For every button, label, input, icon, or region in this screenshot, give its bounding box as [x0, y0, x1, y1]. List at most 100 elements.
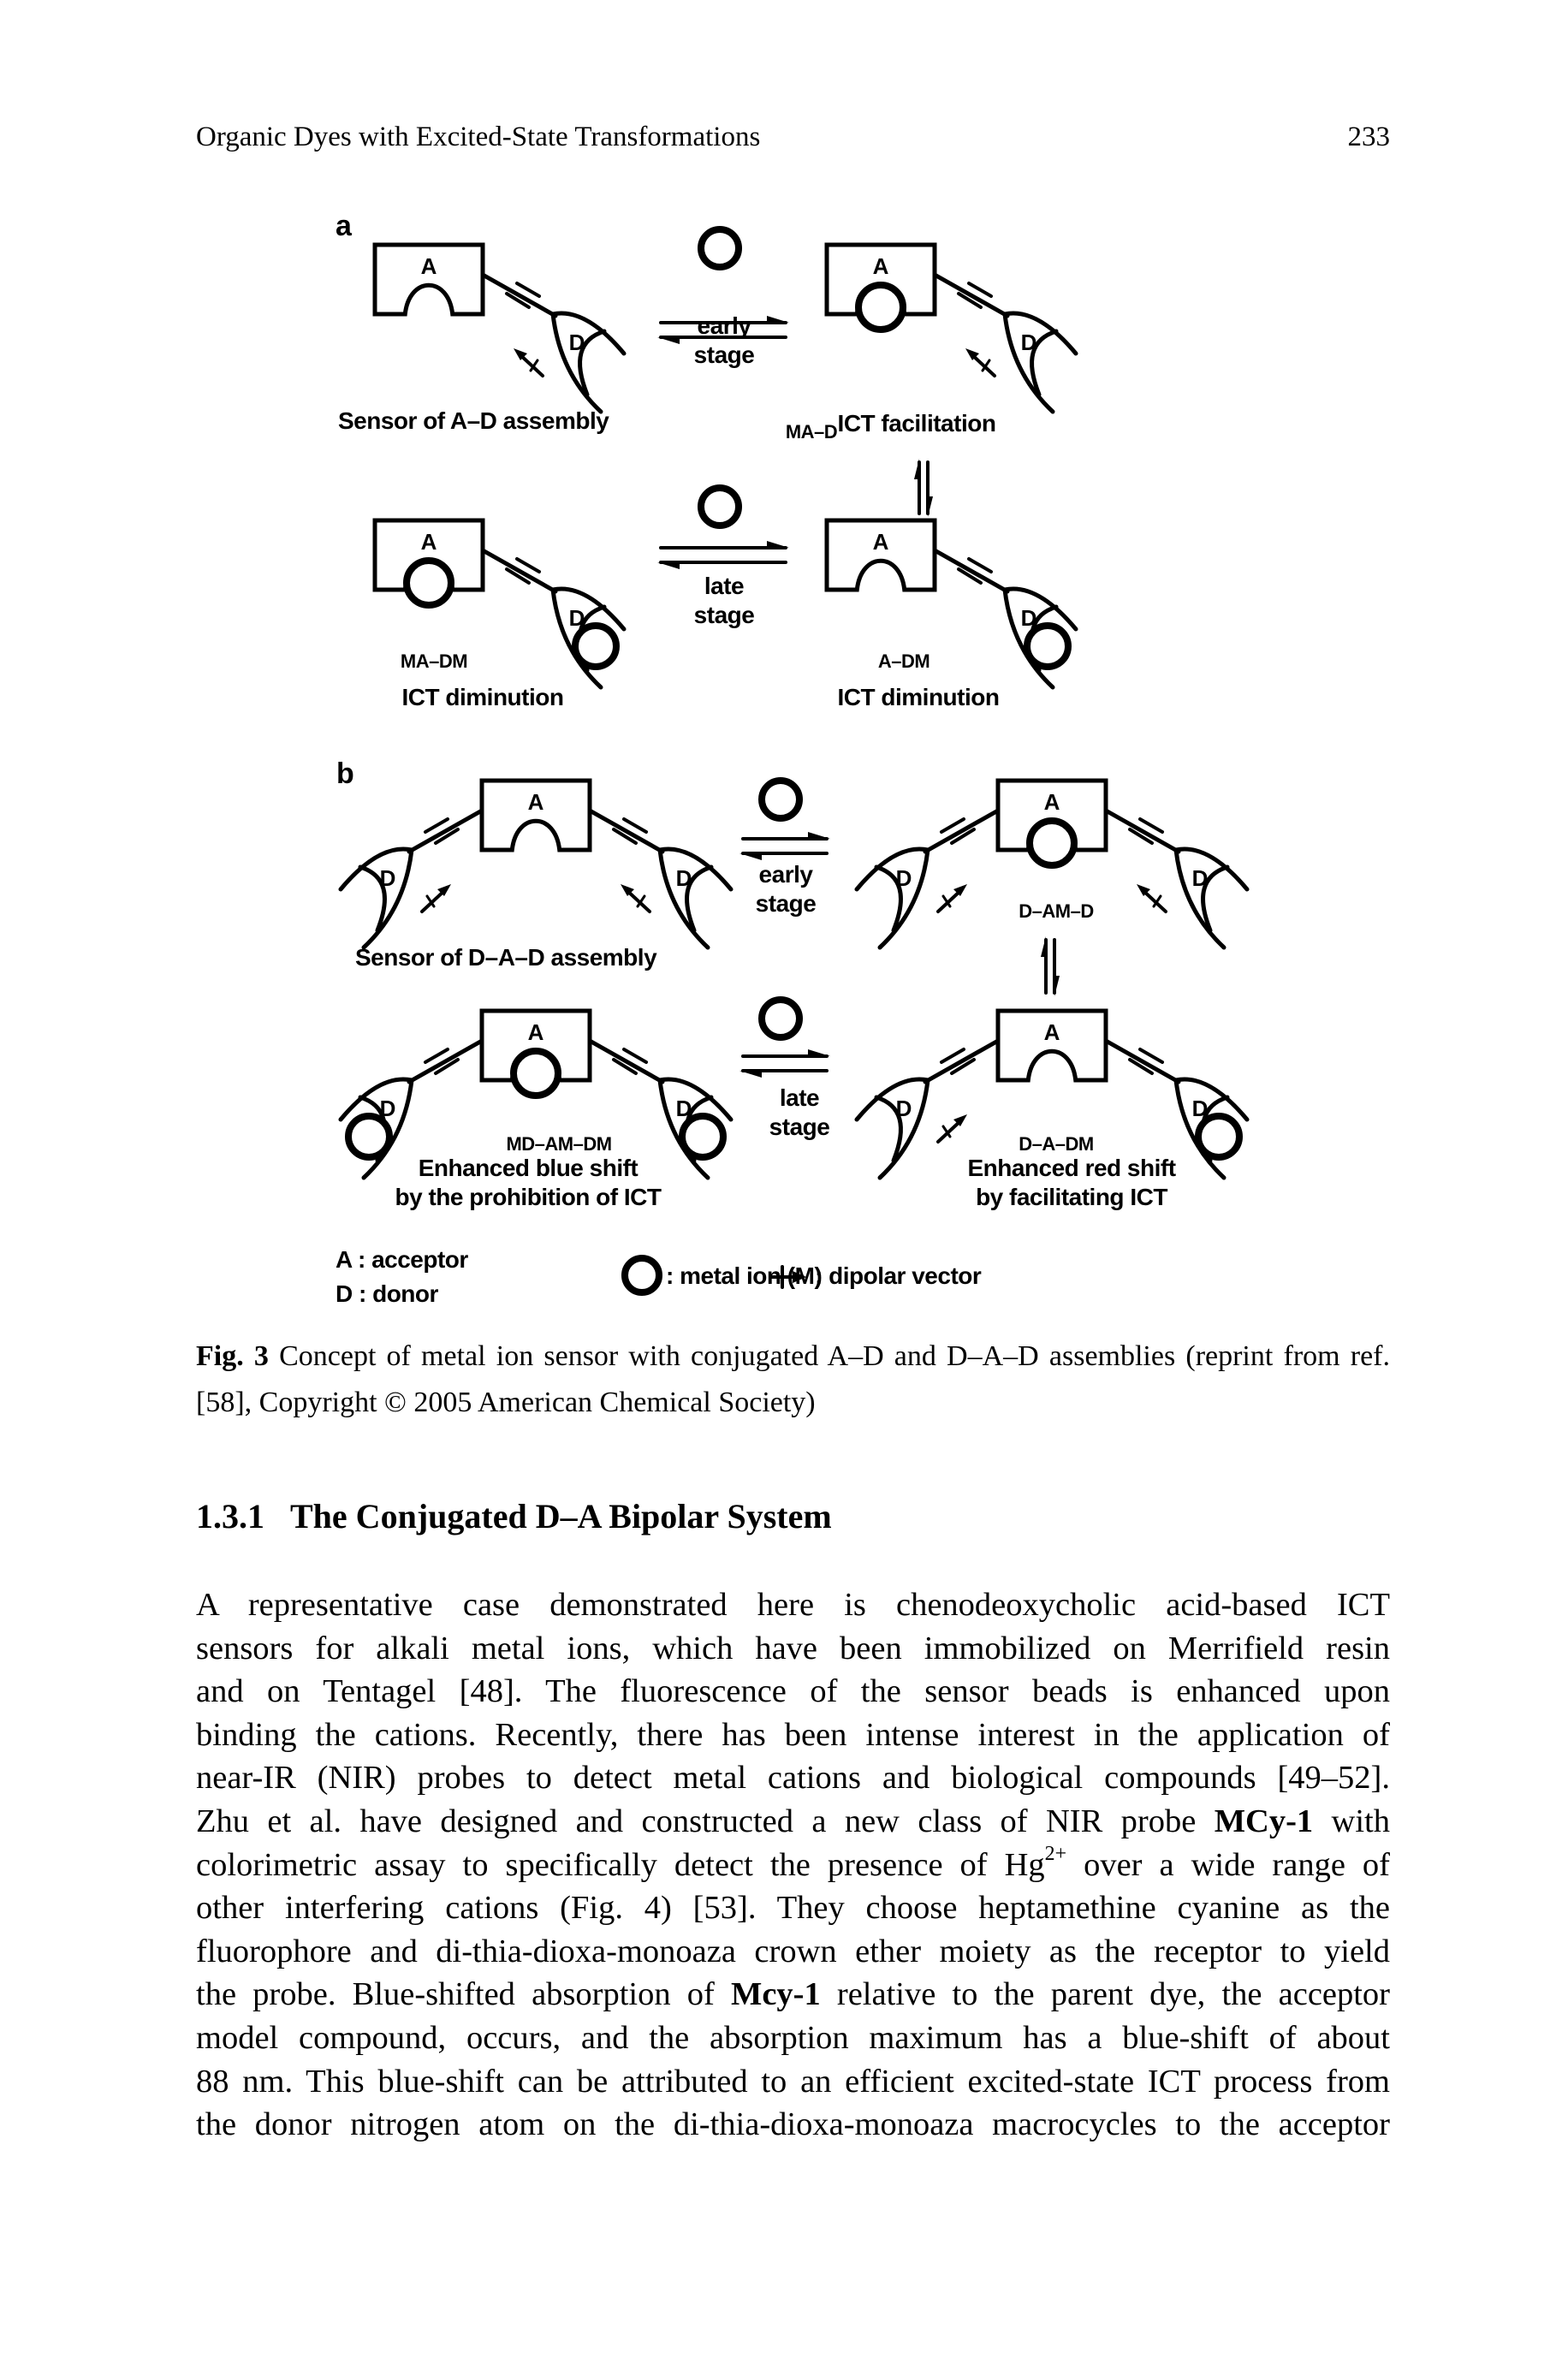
donor-arm: [1173, 846, 1250, 892]
acceptor-unit: A: [479, 778, 592, 852]
donor-letter: D: [1021, 330, 1037, 355]
figure-caption: Fig. 3 Concept of metal ion sensor with …: [196, 1334, 1390, 1426]
ict-diminution-left-label: ICT diminution: [401, 684, 564, 710]
blue-shift-label: Enhanced blue shift by the prohibition of…: [395, 1155, 662, 1210]
donor-letter: D: [1192, 865, 1209, 891]
text-run: A representative case demonstrated here …: [196, 1587, 1390, 1623]
equilibrium-arrows: [739, 832, 830, 860]
bond-line: [1103, 1038, 1181, 1084]
donor-unit: D: [932, 548, 1078, 690]
acceptor-letter: A: [528, 789, 544, 815]
body-line: sensors for alkali metal ions, which hav…: [196, 1627, 1390, 1671]
bond-line: [932, 548, 1010, 594]
sensor-dad-label: Sensor of D–A–D assembly: [355, 944, 657, 971]
metal-ion-icon: [1024, 622, 1072, 670]
text-run: over a wide range of: [1066, 1846, 1390, 1883]
text-run: the probe. Blue-shifted absorption of: [196, 1976, 731, 2013]
vertical-equilibrium-arrows: [914, 459, 933, 517]
red-shift-label: Enhanced red shift by facilitating ICT: [967, 1155, 1176, 1210]
donor-letter: D: [896, 1096, 912, 1121]
body-line: fluorophore and di-thia-dioxa-monoaza cr…: [196, 1930, 1390, 1974]
compound-name: Mcy-1: [731, 1976, 821, 2013]
donor-letter: D: [896, 865, 912, 891]
bond-line: [587, 1038, 665, 1084]
bond-line: [1103, 808, 1181, 854]
metal-ion-icon: [679, 1113, 727, 1161]
body-line: binding the cations. Recently, there has…: [196, 1714, 1390, 1757]
donor-arm: [550, 311, 627, 356]
donor-letter: D: [569, 330, 585, 355]
bond-line: [480, 548, 558, 594]
text-run: 88 nm. This blue-shift can be attributed…: [196, 2063, 1390, 2100]
donor-unit: D: [932, 272, 1078, 414]
metal-ion-icon: [855, 282, 906, 333]
donor-unit: D: [480, 272, 627, 414]
body-line: the donor nitrogen atom on the di-thia-d…: [196, 2103, 1390, 2147]
ma-dm-label: MA–DM: [400, 650, 468, 672]
donor-unit: D: [587, 808, 734, 950]
body-line: the probe. Blue-shifted absorption of Mc…: [196, 1973, 1390, 2017]
metal-ion-icon: [1195, 1113, 1243, 1161]
acceptor-unit: A: [479, 1008, 592, 1099]
donor-arm: [1002, 586, 1078, 632]
donor-arm: [338, 1077, 414, 1122]
metal-ion-icon: [572, 622, 620, 670]
acceptor-letter: A: [528, 1019, 544, 1045]
a-dm-label: A–DM: [877, 650, 930, 672]
body-line: near-IR (NIR) probes to detect metal cat…: [196, 1756, 1390, 1800]
text-run: near-IR (NIR) probes to detect metal cat…: [196, 1760, 1390, 1797]
donor-arm: [550, 586, 627, 632]
bond-line: [587, 808, 665, 854]
legend-dipolar-vector: : dipolar vector: [815, 1262, 982, 1289]
early-stage-label-a: early stage: [693, 312, 755, 368]
sensor-ad-label: Sensor of A–D assembly: [338, 407, 609, 434]
donor-arm: [1002, 311, 1078, 356]
metal-ion-icon: [345, 1113, 393, 1161]
bond-line: [932, 272, 1010, 318]
metal-ion-icon: [698, 484, 742, 529]
donor-arm: [854, 1077, 930, 1122]
acceptor-unit: A: [995, 1008, 1108, 1083]
body-line: and on Tentagel [48]. The fluorescence o…: [196, 1670, 1390, 1714]
text-run: colorimetric assay to specifically detec…: [196, 1846, 1045, 1883]
donor-arm: [338, 846, 414, 892]
body-line: 88 nm. This blue-shift can be attributed…: [196, 2060, 1390, 2104]
acceptor-letter: A: [1044, 1019, 1060, 1045]
ma-d-label: MA–D: [785, 421, 838, 443]
text-run: fluorophore and di-thia-dioxa-monoaza cr…: [196, 1933, 1390, 1969]
metal-ion-icon: [758, 996, 803, 1041]
body-line: other interfering cations (Fig. 4) [53].…: [196, 1886, 1390, 1930]
text-run: model compound, occurs, and the absorpti…: [196, 2019, 1390, 2056]
donor-arm: [1173, 1077, 1250, 1122]
acceptor-unit: A: [824, 518, 937, 592]
text-run: the donor nitrogen atom on the di-thia-d…: [196, 2106, 1390, 2143]
body-line: Zhu et al. have designed and constructed…: [196, 1800, 1390, 1844]
acceptor-unit: A: [824, 242, 937, 333]
bond-line: [923, 1038, 1001, 1084]
text-run: other interfering cations (Fig. 4) [53].…: [196, 1890, 1390, 1927]
acceptor-letter: A: [421, 253, 437, 279]
metal-ion-icon: [1026, 817, 1078, 869]
text-run: binding the cations. Recently, there has…: [196, 1716, 1390, 1753]
ict-facilitation-label: ICT facilitation: [837, 410, 996, 437]
donor-arm: [657, 1077, 734, 1122]
acceptor-unit: A: [995, 778, 1108, 869]
section-heading: 1.3.1 The Conjugated D–A Bipolar System: [196, 1497, 832, 1535]
caption-line-2: [58], Copyright © 2005 American Chemical…: [196, 1387, 816, 1418]
arrowhead: [739, 1071, 762, 1078]
equilibrium-arrows: [739, 1049, 830, 1078]
metal-ion-icon: [510, 1048, 561, 1099]
acceptor-letter: A: [421, 529, 437, 555]
legend-donor: D : donor: [336, 1280, 438, 1307]
metal-ion-icon: [621, 1255, 662, 1296]
body-paragraph: A representative case demonstrated here …: [196, 1583, 1390, 2147]
body-line: A representative case demonstrated here …: [196, 1583, 1390, 1627]
body-line: colorimetric assay to specifically detec…: [196, 1844, 1390, 1887]
bond-line: [407, 808, 484, 854]
donor-unit: D: [338, 808, 484, 950]
superscript: 2+: [1044, 1842, 1067, 1865]
equilibrium-arrows: [657, 541, 789, 569]
donor-letter: D: [380, 865, 396, 891]
caption-line-1: Concept of metal ion sensor with conjuga…: [279, 1340, 1391, 1372]
acceptor-unit: A: [372, 518, 485, 609]
